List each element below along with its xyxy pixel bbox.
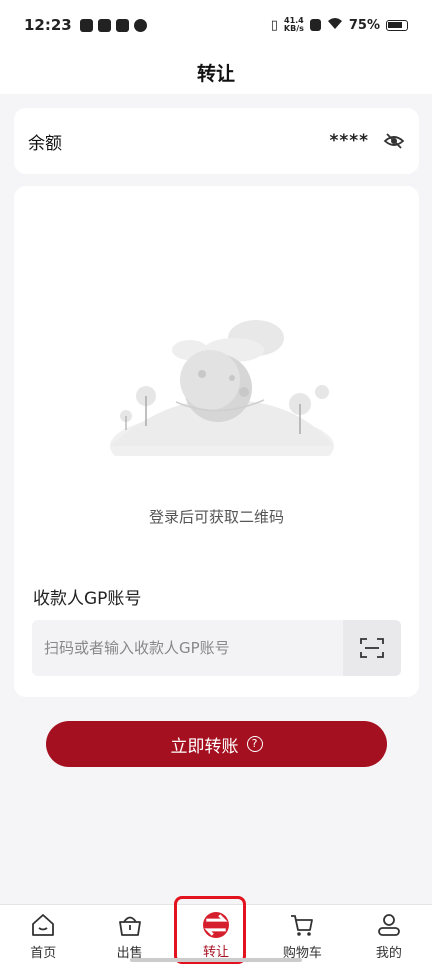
scan-button[interactable] (343, 620, 401, 676)
eye-hidden-icon[interactable] (383, 130, 405, 152)
tab-home-label: 首页 (30, 946, 57, 961)
tab-profile[interactable]: 我的 (346, 905, 432, 964)
login-qr-hint: 登录后可获取二维码 (148, 508, 284, 526)
empty-state-illustration (110, 320, 334, 456)
no-sim-icon (309, 19, 321, 31)
help-icon[interactable]: ? (246, 736, 263, 752)
status-time: 12:23 (24, 16, 72, 34)
balance-card: 余额 **** (14, 108, 419, 174)
transfer-now-button[interactable]: 立即转账 ? (46, 721, 387, 767)
page-title: 转让 (196, 62, 235, 85)
notification-icons (79, 18, 147, 32)
tab-home[interactable]: 首页 (0, 905, 86, 964)
home-indicator (130, 958, 302, 962)
page-header: 转让 (0, 50, 432, 94)
tiktok-icon (79, 18, 93, 32)
network-speed: 41.4 KB/s (284, 17, 304, 33)
battery-level: 75% (348, 17, 380, 33)
tab-transfer[interactable]: 转让 (173, 905, 259, 964)
tab-cart[interactable]: 购物车 (259, 905, 345, 964)
recipient-input-wrap (32, 620, 401, 676)
qr-card: 登录后可获取二维码 收款人GP账号 (14, 186, 419, 697)
home-icon (32, 914, 55, 936)
tab-sell[interactable]: 出售 (86, 905, 172, 964)
vibrate-icon: ▯ (270, 17, 278, 33)
recipient-account-input[interactable] (32, 620, 343, 676)
app-notification-icon (115, 18, 129, 32)
bottom-tabbar: 首页 出售 转让 购物车 我的 (0, 904, 432, 964)
message-icon (97, 18, 111, 32)
status-right: ▯ 41.4 KB/s 75% (271, 17, 408, 34)
balance-label: 余额 (28, 133, 62, 154)
profile-icon (377, 914, 400, 936)
balance-value: **** (329, 131, 369, 151)
scan-icon (360, 638, 384, 658)
wifi-icon (327, 17, 343, 34)
status-bar: 12:23 ▯ 41.4 KB/s 75% (0, 0, 432, 50)
transfer-icon (203, 912, 230, 938)
link-icon (133, 18, 147, 32)
transfer-button-label: 立即转账 (170, 736, 239, 757)
net-speed-unit: KB/s (283, 24, 304, 33)
cart-icon (291, 915, 314, 936)
tab-profile-label: 我的 (375, 946, 402, 961)
recipient-label: 收款人GP账号 (33, 589, 142, 609)
sell-basket-icon (118, 916, 141, 936)
battery-icon (386, 19, 408, 31)
